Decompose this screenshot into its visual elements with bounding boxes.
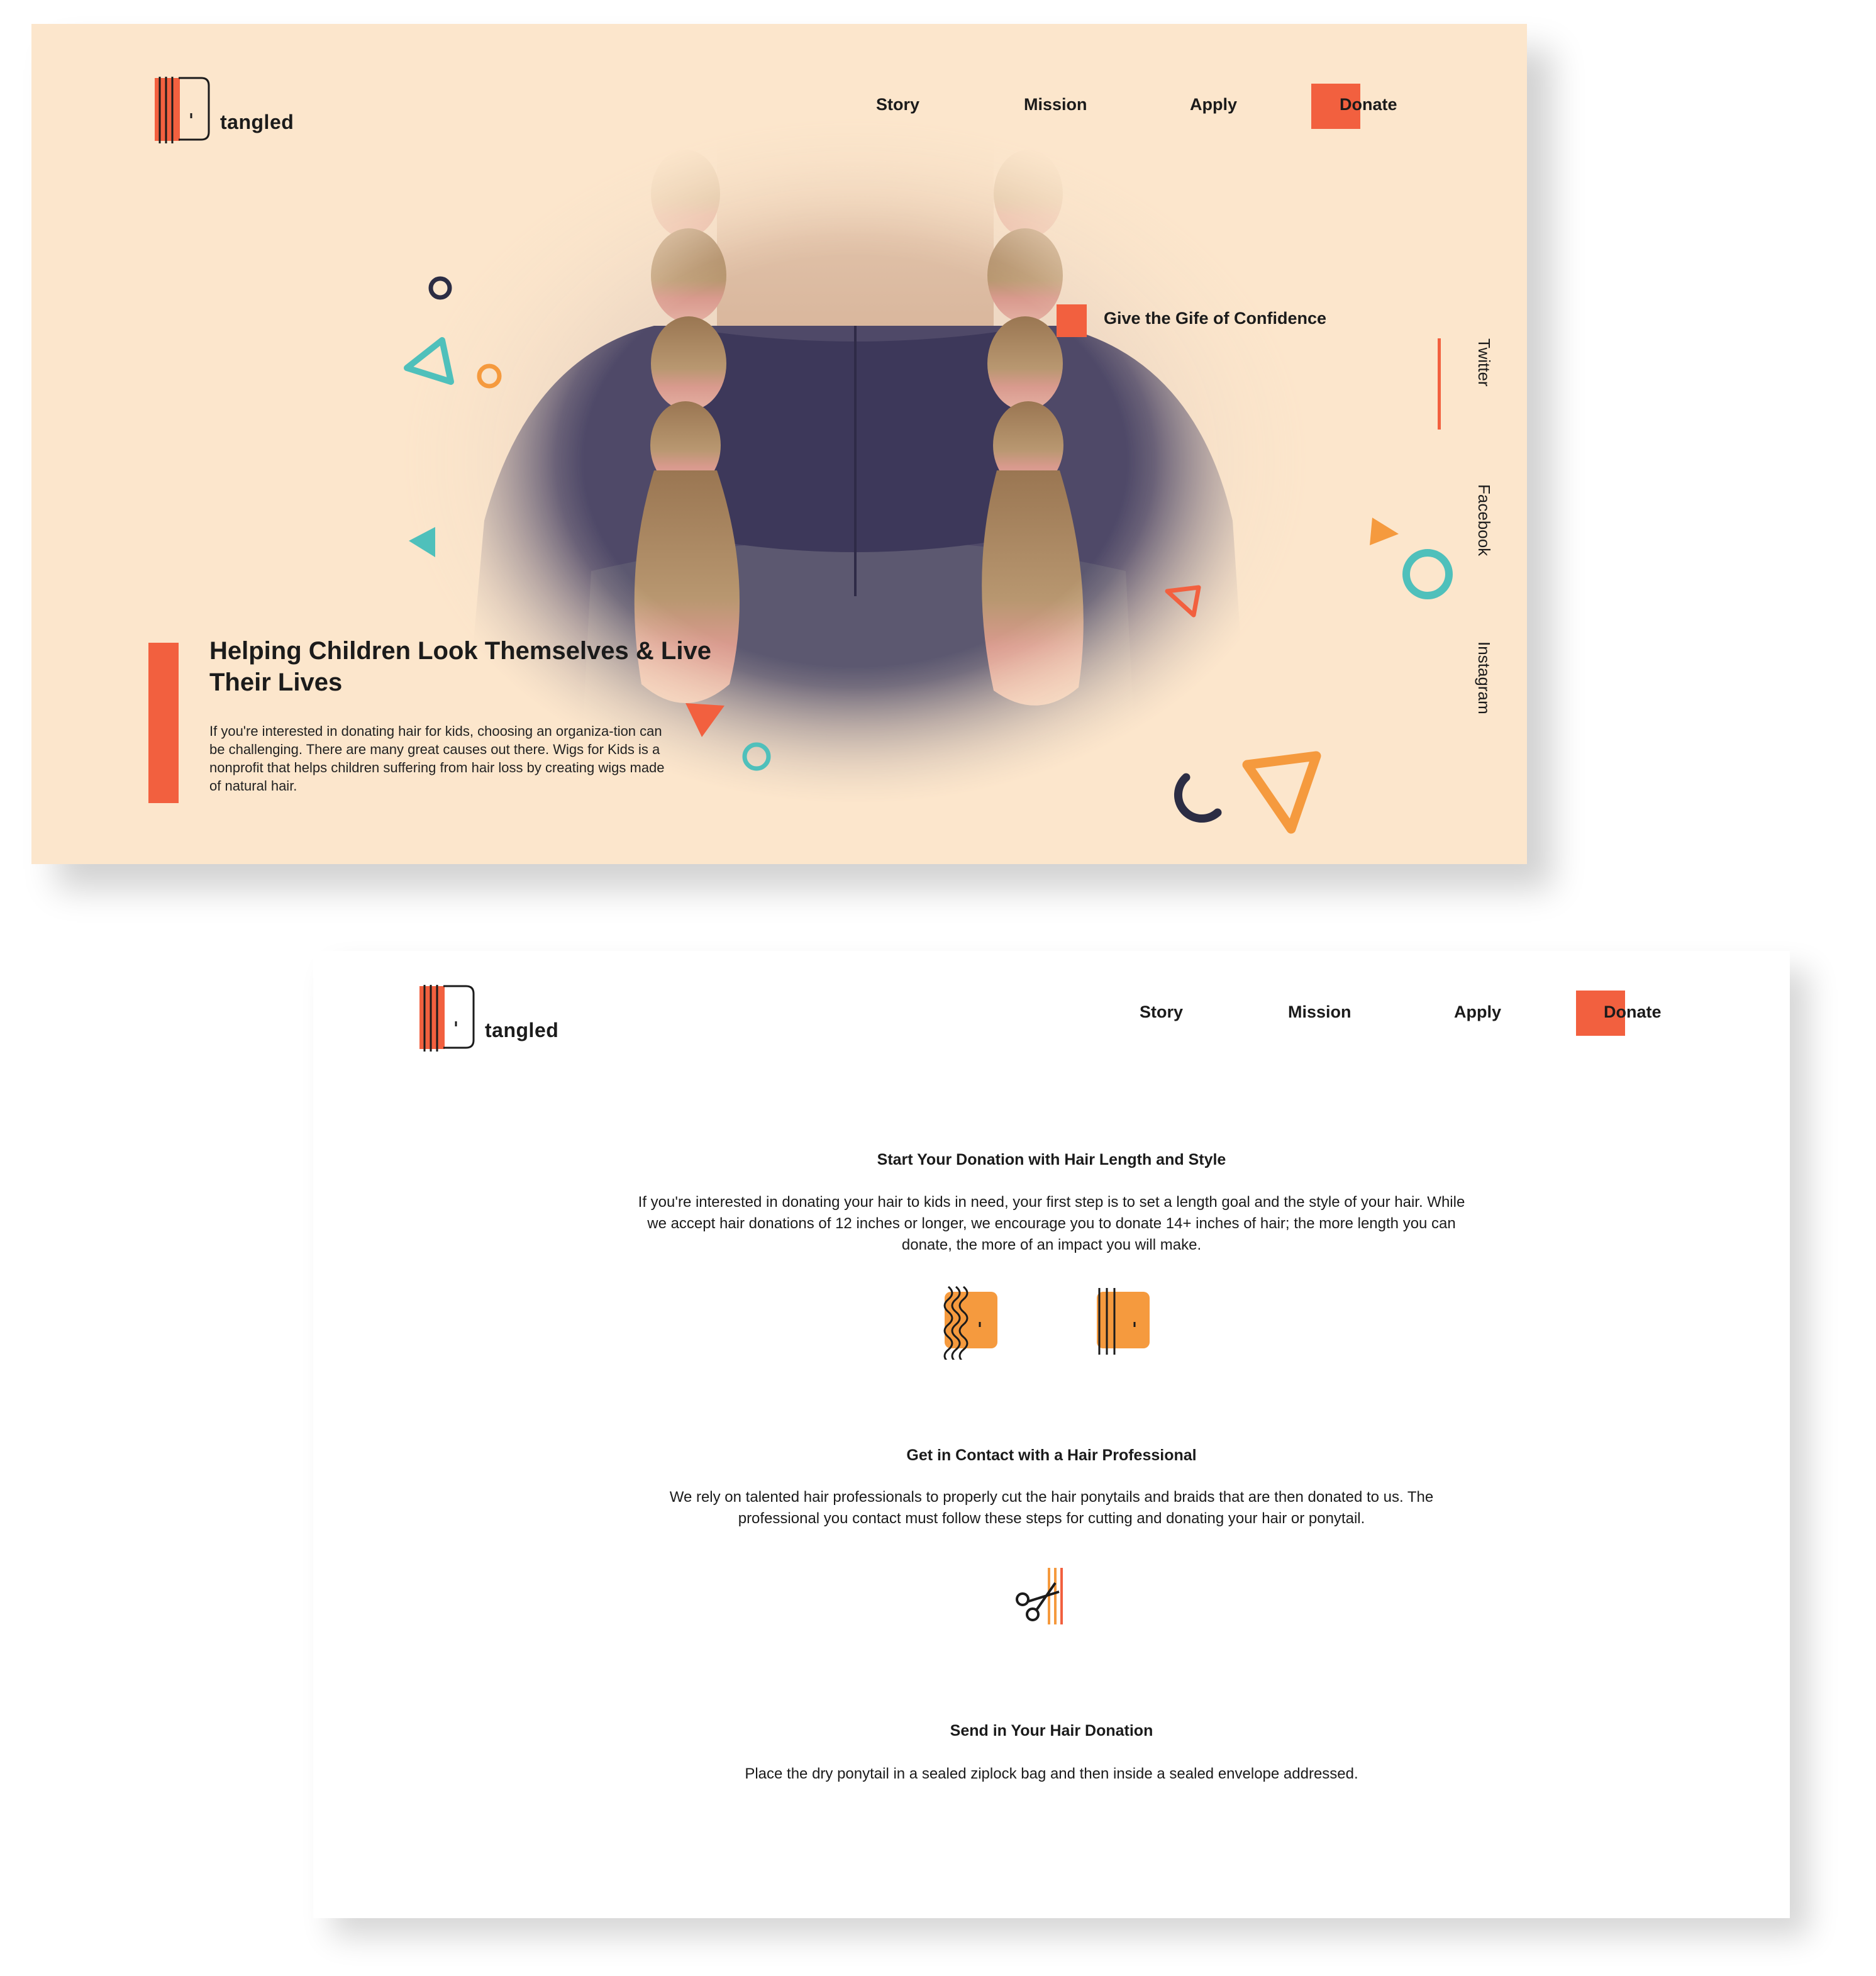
- hero-body: If you're interested in donating hair fo…: [209, 723, 665, 794]
- tagline-accent-square: [1057, 304, 1087, 337]
- hero-tagline: Give the Gife of Confidence: [1104, 309, 1327, 328]
- nav-mission[interactable]: Mission: [1288, 1002, 1351, 1022]
- orange-triangle-outline-large-icon: [1242, 751, 1321, 834]
- step-2-body: We rely on talented hair professionals t…: [669, 1489, 1434, 1527]
- hero-card: tangled Story Mission Apply Donate Give …: [31, 24, 1527, 864]
- hero-title: Helping Children Look Themselves & Live …: [209, 637, 711, 696]
- navy-arc-icon: [1174, 773, 1222, 823]
- nav-donate-button[interactable]: Donate: [1340, 95, 1397, 114]
- nav-story[interactable]: Story: [876, 95, 919, 114]
- scissors-icon: [1016, 1568, 1063, 1624]
- teal-ring-small-icon: [742, 742, 771, 771]
- step-2-title: Get in Contact with a Hair Professional: [906, 1446, 1197, 1464]
- orange-ring-icon: [477, 364, 502, 389]
- brand-name: tangled: [220, 111, 294, 133]
- brand-logo-secondary[interactable]: tangled: [416, 982, 573, 1058]
- social-facebook-link[interactable]: Facebook: [1474, 484, 1494, 556]
- red-triangle-icon: [685, 703, 724, 737]
- teal-triangle-icon: [409, 527, 435, 557]
- donation-steps-card: tangled Story Mission Apply Donate Start…: [313, 951, 1790, 1918]
- nav-apply[interactable]: Apply: [1454, 1002, 1501, 1022]
- red-triangle-outline-icon: [1165, 585, 1201, 618]
- nav-apply[interactable]: Apply: [1190, 95, 1237, 114]
- brand-logo[interactable]: tangled: [151, 74, 308, 150]
- step-1-body: If you're interested in donating your ha…: [638, 1194, 1465, 1253]
- nav-story[interactable]: Story: [1140, 1002, 1183, 1022]
- child-braids-photo: [402, 118, 1308, 804]
- nav-mission[interactable]: Mission: [1024, 95, 1087, 114]
- wavy-hair-icon: [943, 1285, 997, 1360]
- hero-accent-bar: [148, 643, 179, 803]
- social-active-indicator: [1438, 338, 1441, 430]
- logo-icon: [155, 77, 210, 143]
- navy-ring-icon: [428, 276, 452, 300]
- logo-icon: [419, 985, 475, 1052]
- step-3-body: Place the dry ponytail in a sealed ziplo…: [745, 1765, 1358, 1782]
- step-1-title: Start Your Donation with Hair Length and…: [877, 1151, 1226, 1168]
- teal-triangle-outline-icon: [404, 337, 454, 385]
- straight-hair-icon: [1097, 1288, 1150, 1355]
- social-twitter-link[interactable]: Twitter: [1474, 338, 1494, 387]
- brand-name: tangled: [485, 1019, 559, 1041]
- teal-ring-large-icon: [1402, 549, 1453, 599]
- nav-donate-button[interactable]: Donate: [1604, 1002, 1662, 1022]
- step-3-title: Send in Your Hair Donation: [950, 1722, 1153, 1740]
- social-instagram-link[interactable]: Instagram: [1474, 641, 1494, 714]
